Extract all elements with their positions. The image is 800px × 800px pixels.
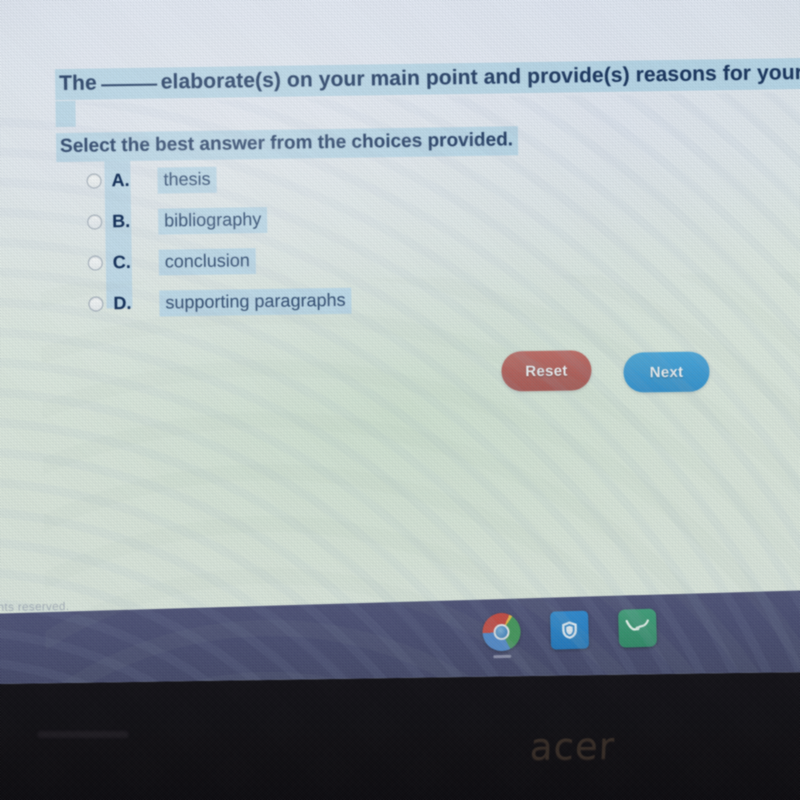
reset-button[interactable]: Reset bbox=[501, 350, 592, 392]
answer-choices-list: A. thesis B. bibliography C. conclusion … bbox=[86, 153, 588, 324]
quiz-action-buttons: Reset Next bbox=[501, 348, 710, 394]
choice-text-d[interactable]: supporting paragraphs bbox=[159, 287, 352, 317]
choice-letter-a: A. bbox=[111, 169, 130, 191]
radio-button-a[interactable] bbox=[86, 173, 102, 189]
laptop-screen: The elaborate(s) on your main point and p… bbox=[0, 0, 800, 685]
chrome-running-indicator bbox=[493, 654, 512, 659]
photo-of-laptop-screen: acer The elaborate(s) on your main point … bbox=[0, 0, 800, 800]
question-blank bbox=[100, 83, 157, 87]
choice-option-d[interactable]: D. supporting paragraphs bbox=[88, 276, 589, 324]
shield-icon[interactable] bbox=[549, 610, 590, 650]
green-app-icon[interactable] bbox=[617, 608, 658, 648]
bezel-marking bbox=[38, 731, 128, 738]
question-suffix: elaborate(s) on your main point and prov… bbox=[160, 60, 800, 94]
choice-letter-d: D. bbox=[113, 292, 132, 314]
chrome-icon[interactable] bbox=[482, 612, 522, 659]
choice-letter-b: B. bbox=[112, 210, 131, 232]
laptop-bezel: acer bbox=[0, 670, 800, 800]
radio-button-d[interactable] bbox=[88, 296, 104, 312]
shelf-icon-group bbox=[482, 608, 658, 659]
question-prefix: The bbox=[58, 71, 97, 96]
quiz-page: The elaborate(s) on your main point and p… bbox=[0, 0, 800, 684]
next-button[interactable]: Next bbox=[623, 351, 710, 393]
choice-text-b[interactable]: bibliography bbox=[158, 206, 268, 235]
choice-text-c[interactable]: conclusion bbox=[158, 247, 257, 276]
radio-button-c[interactable] bbox=[87, 255, 103, 271]
question-empty-line bbox=[55, 100, 76, 128]
acer-brand-logo: acer bbox=[529, 724, 616, 769]
choice-text-a[interactable]: thesis bbox=[157, 166, 217, 194]
choice-letter-c: C. bbox=[112, 251, 131, 273]
radio-button-b[interactable] bbox=[87, 214, 103, 230]
question-text: The elaborate(s) on your main point and p… bbox=[54, 56, 800, 101]
